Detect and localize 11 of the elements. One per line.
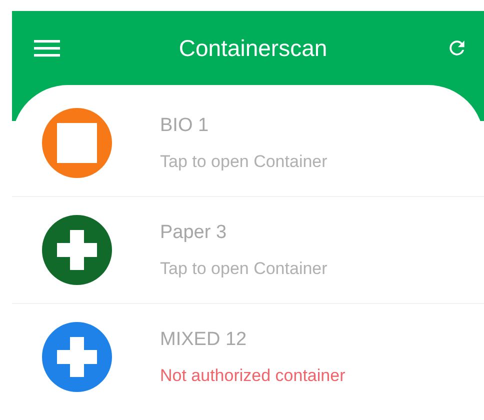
container-status: Not authorized container <box>160 366 346 386</box>
menu-icon[interactable] <box>34 38 60 58</box>
container-name: BIO 1 <box>160 114 210 136</box>
container-name: Paper 3 <box>160 222 228 244</box>
container-item[interactable]: Paper 3 Tap to open Container <box>12 197 484 303</box>
container-item[interactable]: MIXED 12 Not authorized container <box>12 304 484 410</box>
container-status: Tap to open Container <box>160 258 328 278</box>
container-item[interactable]: BIO 1 Tap to open Container <box>12 90 484 196</box>
app-title: Containerscan <box>178 34 328 62</box>
container-status: Tap to open Container <box>160 152 328 172</box>
container-name: MIXED 12 <box>160 328 248 350</box>
